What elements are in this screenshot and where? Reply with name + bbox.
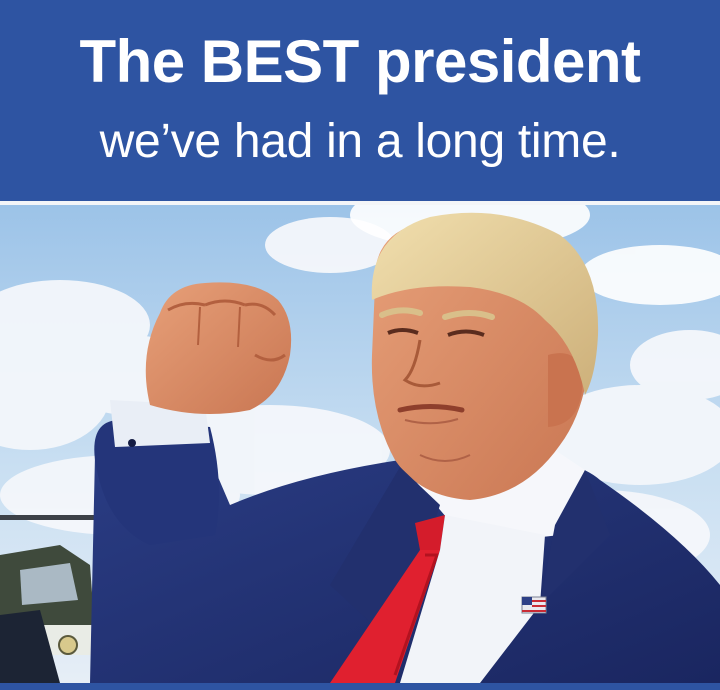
cuff-button [128,439,136,447]
flag-pin [521,596,547,614]
raised-fist [145,282,292,414]
headline-banner: The BEST president we’ve had in a long t… [0,0,720,201]
portrait-illustration [0,205,720,683]
headline-text: The BEST president [79,28,641,95]
meme-poster: The BEST president we’ve had in a long t… [0,0,720,690]
subline-text: we’ve had in a long time. [99,115,621,168]
portrait-photo [0,205,720,683]
bottom-strip [0,683,720,690]
